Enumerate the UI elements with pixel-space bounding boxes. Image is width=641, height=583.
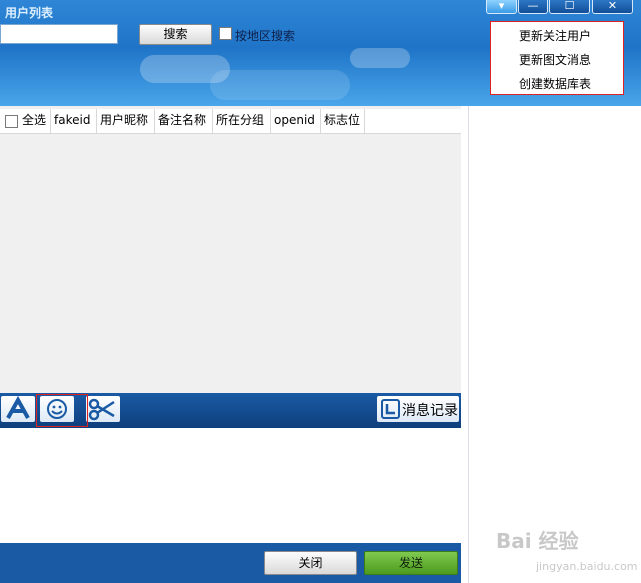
search-input[interactable]	[0, 24, 118, 44]
select-all-checkbox[interactable]	[5, 115, 18, 128]
right-panel	[468, 106, 641, 583]
font-icon	[6, 395, 30, 419]
region-search-label: 按地区搜索	[235, 29, 296, 43]
menu-item-create-db-table[interactable]: 创建数据库表	[519, 75, 591, 92]
emoji-highlight-box	[36, 394, 88, 427]
cloud-decoration	[210, 70, 350, 100]
region-search-checkbox[interactable]	[219, 27, 232, 40]
column-header-nickname[interactable]: 用户昵称	[97, 109, 155, 133]
message-history-label: 消息记录	[402, 403, 458, 419]
column-header-fakeid[interactable]: fakeid	[51, 109, 97, 133]
message-history-button[interactable]: 消息记录	[377, 396, 459, 422]
maximize-button[interactable]: ☐	[549, 0, 590, 14]
column-header-openid[interactable]: openid	[271, 109, 321, 133]
close-icon: ✕	[607, 0, 618, 12]
send-button[interactable]: 发送	[364, 551, 458, 575]
screenshot-button[interactable]	[86, 396, 120, 422]
menu-item-update-followers[interactable]: 更新关注用户	[519, 27, 591, 44]
cloud-decoration	[350, 48, 410, 68]
column-header-remark[interactable]: 备注名称	[155, 109, 213, 133]
close-button[interactable]: 关闭	[264, 551, 357, 575]
message-compose-area[interactable]	[0, 428, 461, 543]
scissors-icon	[88, 398, 115, 421]
font-button[interactable]	[1, 395, 35, 422]
table-header: 全选 fakeid 用户昵称 备注名称 所在分组 openid 标志位	[0, 109, 461, 134]
minimize-button[interactable]: —	[518, 0, 548, 14]
column-header-group[interactable]: 所在分组	[213, 109, 271, 133]
menu-item-update-news[interactable]: 更新图文消息	[519, 51, 591, 68]
maximize-icon: ☐	[564, 0, 575, 12]
menu-dropdown-button[interactable]: ▾	[486, 0, 517, 14]
footer-bar: 关闭 发送	[0, 543, 461, 583]
watermark-url: jingyan.baidu.com	[536, 560, 638, 573]
search-button[interactable]: 搜索	[139, 24, 212, 45]
user-table: 全选 fakeid 用户昵称 备注名称 所在分组 openid 标志位	[0, 106, 461, 393]
history-icon	[381, 399, 400, 419]
watermark-logo: Bai 经验	[496, 529, 579, 553]
close-window-button[interactable]: ✕	[592, 0, 633, 14]
chevron-down-icon: ▾	[498, 0, 505, 12]
minimize-icon: —	[527, 0, 539, 12]
column-header-flag[interactable]: 标志位	[321, 109, 365, 133]
select-all-label: 全选	[22, 113, 47, 127]
dropdown-menu: 更新关注用户 更新图文消息 创建数据库表	[490, 21, 624, 95]
window-title: 用户列表	[5, 6, 54, 20]
